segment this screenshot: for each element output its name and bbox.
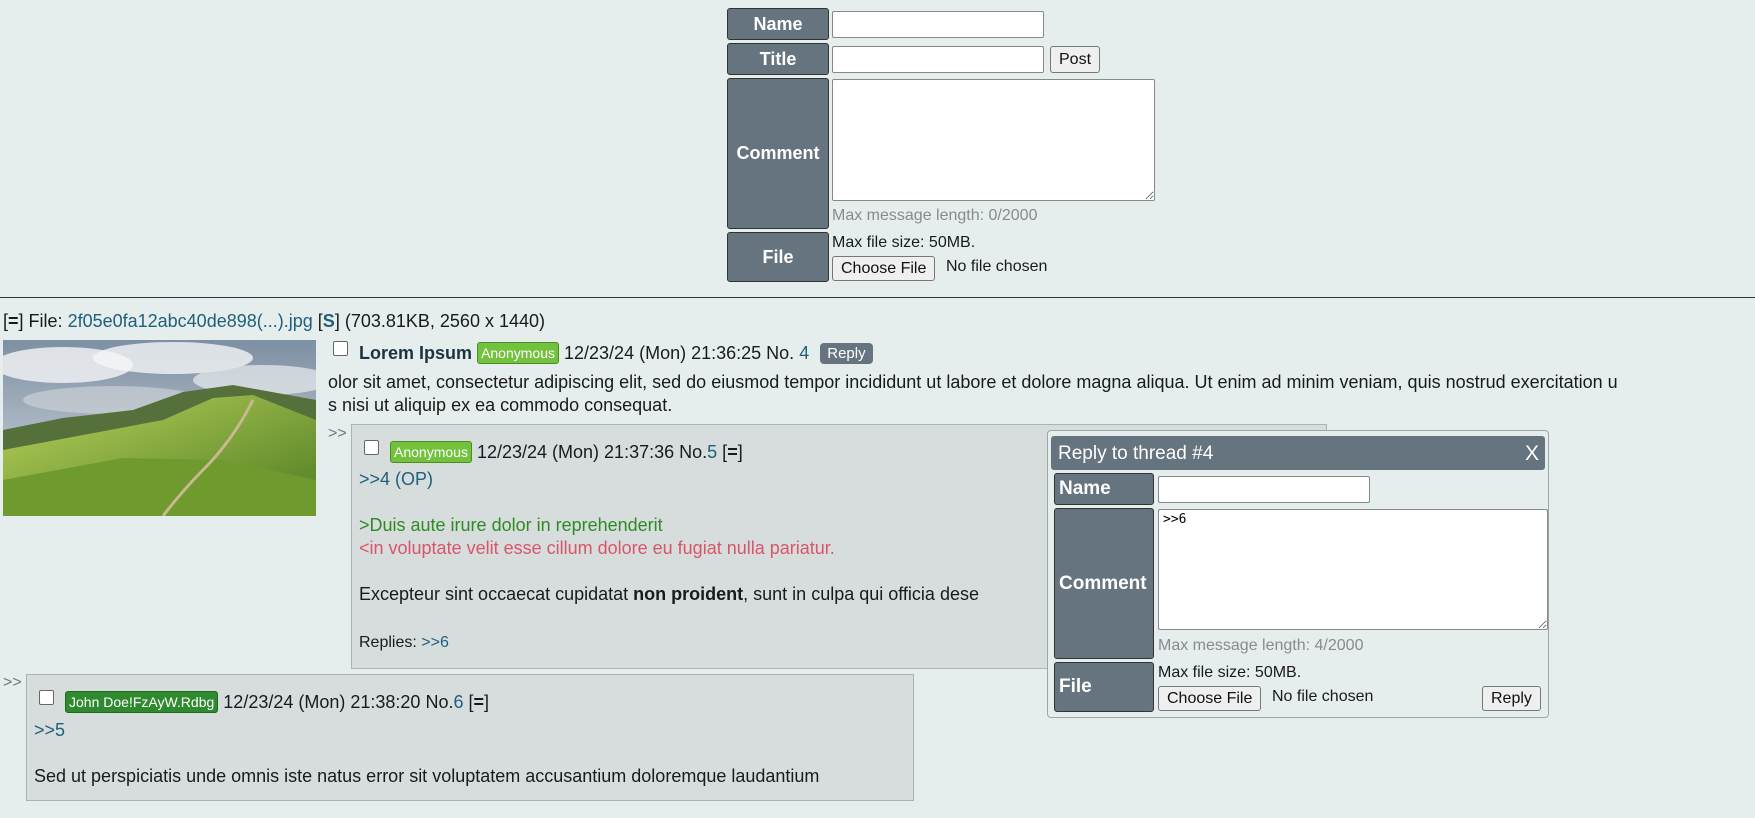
reply5-body-pre: Excepteur sint occaecat cupidatat [359,584,634,604]
reply6-date: 12/23/24 (Mon) 21:38:20 [223,692,421,712]
op-subject: Lorem Ipsum [359,343,473,363]
reply5-no-link[interactable]: 5 [707,442,717,462]
op-header: Lorem Ipsum Anonymous 12/23/24 (Mon) 21:… [333,341,873,364]
reply6-quote-link[interactable]: >>5 [34,720,65,741]
comment-label: Comment [727,78,829,229]
title-label: Title [727,43,829,75]
reply5-header: Anonymous 12/23/24 (Mon) 21:37:36 No.5 [… [364,440,743,463]
reply6-no-label: No. [425,692,454,712]
qr-comment-label: Comment [1054,508,1154,659]
reply6-checkbox[interactable] [39,690,54,705]
op-no-label: No. [766,343,795,363]
file-meta: (703.81KB, 2560 x 1440) [344,311,545,331]
reply6-menu-close: ] [484,692,490,712]
op-author-badge: Anonymous [477,342,559,364]
file-label: File [727,232,829,282]
file-toggle[interactable]: = [8,311,19,331]
op-date: 12/23/24 (Mon) 21:36:25 [564,343,762,363]
reply5-menu-close: ] [737,442,743,462]
no-file-chosen: No file chosen [946,258,1048,275]
reply6-header: John Doe!FzAyW.Rdbg 12/23/24 (Mon) 21:38… [39,690,489,713]
landscape-image [0,340,333,517]
reply6-author-badge: John Doe!FzAyW.Rdbg [65,691,219,713]
post-button[interactable]: Post [1050,46,1101,73]
qr-max-message-note: Max message length: 4/2000 [1158,637,1364,654]
reply5-replies: Replies: >>6 [359,634,449,652]
op-no-link[interactable]: 4 [799,343,809,363]
name-input[interactable] [832,11,1044,38]
op-reply-button[interactable]: Reply [820,343,873,364]
divider [0,297,1755,298]
title-input[interactable] [832,46,1044,73]
name-label: Name [727,8,829,40]
reply6-post: John Doe!FzAyW.Rdbg 12/23/24 (Mon) 21:38… [26,674,914,801]
reply5-quote-link[interactable]: >>4 (OP) [359,469,433,490]
reply5-greentext: >Duis aute irure dolor in reprehenderit [359,515,663,535]
file-label-text: ] File: [18,311,63,331]
reply5-menu-button[interactable]: = [727,442,738,462]
s-link[interactable]: S [323,311,335,331]
file-name-link[interactable]: 2f05e0fa12abc40de898(...).jpg [68,311,313,331]
reply5-body-post: , sunt in culpa qui officia dese [743,584,979,604]
op-checkbox[interactable] [333,341,348,356]
close-icon[interactable]: X [1525,442,1539,466]
quick-reply-window: Reply to thread #4 X Name Comment >>6 Ma… [1047,430,1549,718]
max-file-size-note: Max file size: 50MB. [832,234,976,251]
comment-textarea[interactable] [832,79,1155,201]
reply5-pinktext: <in voluptate velit esse cillum dolore e… [359,538,835,558]
qr-comment-textarea[interactable]: >>6 [1158,509,1548,630]
reply5-date: 12/23/24 (Mon) 21:37:36 [476,442,675,462]
op-body-line2: s nisi ut aliquip ex ea commodo consequa… [328,395,673,415]
reply6-arrow: >> [3,674,22,691]
qr-choose-file-button[interactable]: Choose File [1158,686,1262,711]
qr-file-label: File [1054,662,1154,712]
reply6-no-link[interactable]: 6 [453,692,463,712]
qr-name-input[interactable] [1158,476,1370,503]
reply5-checkbox[interactable] [364,440,379,455]
reply5-replies-link[interactable]: >>6 [421,634,449,651]
quick-reply-titlebar[interactable]: Reply to thread #4 X [1051,436,1545,470]
choose-file-button[interactable]: Choose File [832,256,936,281]
qr-max-file-size-note: Max file size: 50MB. [1158,664,1302,681]
op-body-line1: olor sit amet, consectetur adipiscing el… [328,372,1618,392]
reply5-body: Excepteur sint occaecat cupidatat non pr… [359,584,979,605]
qr-reply-button[interactable]: Reply [1482,686,1541,711]
reply5-author-badge: Anonymous [390,441,472,463]
reply5-arrow: >> [328,425,347,442]
s-bracket-close: ] [334,311,340,331]
op-file-info: [=] File: 2f05e0fa12abc40de898(...).jpg … [3,311,545,332]
reply5-no-label: No. [679,442,708,462]
quick-reply-title: Reply to thread #4 [1058,443,1214,464]
reply6-menu-button[interactable]: = [474,692,485,712]
reply5-replies-label: Replies: [359,634,417,651]
op-thumbnail[interactable] [0,340,333,517]
qr-name-label: Name [1054,473,1154,505]
reply6-body: Sed ut perspiciatis unde omnis iste natu… [34,766,820,786]
reply5-body-bold: non proident [633,584,744,604]
qr-no-file-chosen: No file chosen [1272,688,1374,705]
max-message-note: Max message length: 0/2000 [832,207,1038,224]
